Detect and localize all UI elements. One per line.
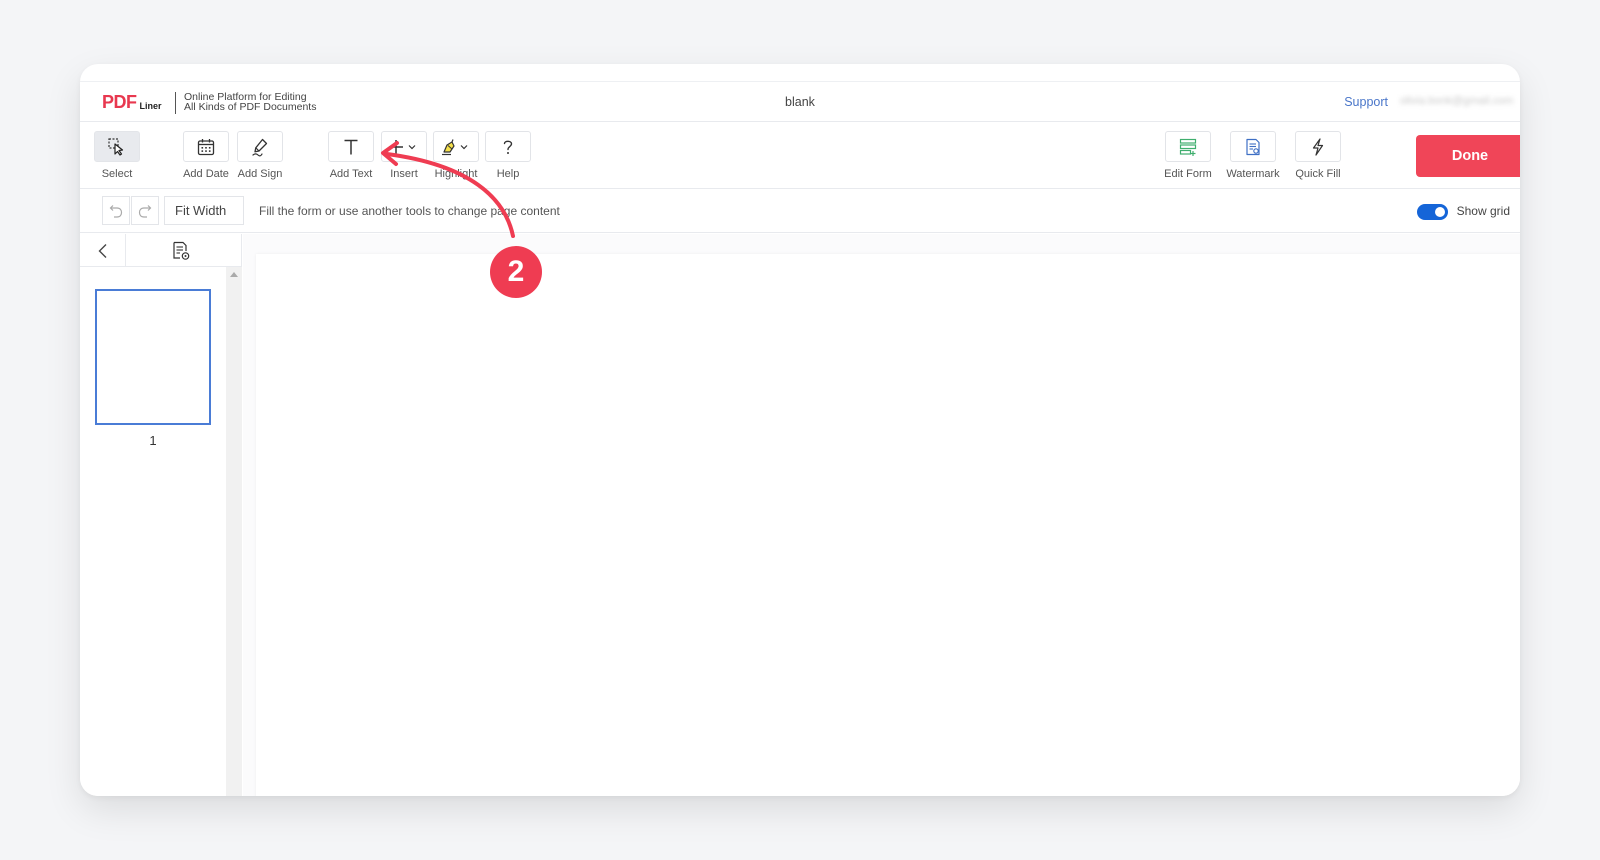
highlight-button[interactable] [433, 131, 479, 162]
quick-fill-button[interactable] [1295, 131, 1341, 162]
edit-form-button[interactable] [1165, 131, 1211, 162]
document-title: blank [785, 95, 815, 109]
show-grid-toggle[interactable] [1417, 204, 1448, 220]
document-page[interactable] [256, 254, 1520, 796]
calendar-icon [197, 138, 215, 155]
page-thumbnail[interactable] [95, 289, 211, 425]
watermark-doc-icon [1246, 138, 1260, 155]
plus-icon [389, 139, 416, 154]
app-header: PDF Liner Online Platform for Editing Al… [80, 82, 1520, 122]
step-number-badge: 2 [490, 246, 542, 298]
page-settings-icon [173, 241, 190, 260]
select-tool[interactable]: Select [85, 131, 149, 180]
document-canvas [243, 234, 1520, 796]
signature-pen-icon [252, 138, 268, 156]
watermark-label: Watermark [1226, 168, 1280, 180]
help-label: Help [496, 168, 520, 180]
add-sign-label: Add Sign [237, 168, 283, 180]
quick-fill-tool[interactable]: Quick Fill [1286, 131, 1350, 180]
highlighter-icon [442, 138, 468, 155]
window-top-strip [80, 64, 1520, 82]
undo-button[interactable] [102, 196, 130, 225]
redo-icon [138, 204, 152, 218]
edit-form-tool[interactable]: Edit Form [1156, 131, 1220, 180]
lightning-icon [1312, 137, 1324, 156]
thumbnails-area: 1 [80, 267, 226, 796]
page-settings-button[interactable] [170, 240, 192, 262]
hint-text: Fill the form or use another tools to ch… [259, 204, 560, 218]
done-button[interactable]: Done [1416, 135, 1520, 177]
help-button[interactable] [485, 131, 531, 162]
chevron-left-icon [98, 243, 106, 258]
pages-panel: 1 [80, 234, 242, 796]
secondary-toolbar: Fit Width Fill the form or use another t… [80, 190, 1520, 233]
user-email[interactable]: olivia.bonk@gmail.com [1394, 90, 1520, 112]
help-tool[interactable]: Help [476, 131, 540, 180]
quick-fill-label: Quick Fill [1295, 168, 1341, 180]
show-grid-label: Show grid [1456, 204, 1510, 218]
main-toolbar: Select Add Date Add Sign Add Text Insert… [80, 122, 1520, 189]
zoom-select[interactable]: Fit Width [164, 196, 244, 225]
watermark-button[interactable] [1230, 131, 1276, 162]
add-text-button[interactable] [328, 131, 374, 162]
add-date-button[interactable] [183, 131, 229, 162]
text-t-icon [344, 139, 358, 154]
edit-form-label: Edit Form [1164, 168, 1212, 180]
toggle-knob [1435, 207, 1445, 217]
select-cursor-icon [108, 137, 124, 156]
undo-icon [109, 204, 123, 218]
watermark-tool[interactable]: Watermark [1221, 131, 1285, 180]
scroll-up-arrow[interactable] [230, 272, 238, 277]
redo-button[interactable] [131, 196, 159, 225]
add-sign-button[interactable] [237, 131, 283, 162]
add-sign-tool[interactable]: Add Sign [228, 131, 292, 180]
panel-tabs [80, 234, 242, 267]
thumbnails-scrollbar[interactable] [226, 267, 242, 796]
collapse-panel-button[interactable] [80, 234, 126, 267]
select-tool-label: Select [101, 168, 133, 180]
question-icon [503, 140, 513, 154]
page-number: 1 [149, 433, 157, 448]
select-tool-button[interactable] [94, 131, 140, 162]
form-lines-icon [1179, 138, 1197, 156]
insert-button[interactable] [381, 131, 427, 162]
support-link[interactable]: Support [1344, 95, 1388, 109]
editor-window: PDF Liner Online Platform for Editing Al… [80, 64, 1520, 796]
